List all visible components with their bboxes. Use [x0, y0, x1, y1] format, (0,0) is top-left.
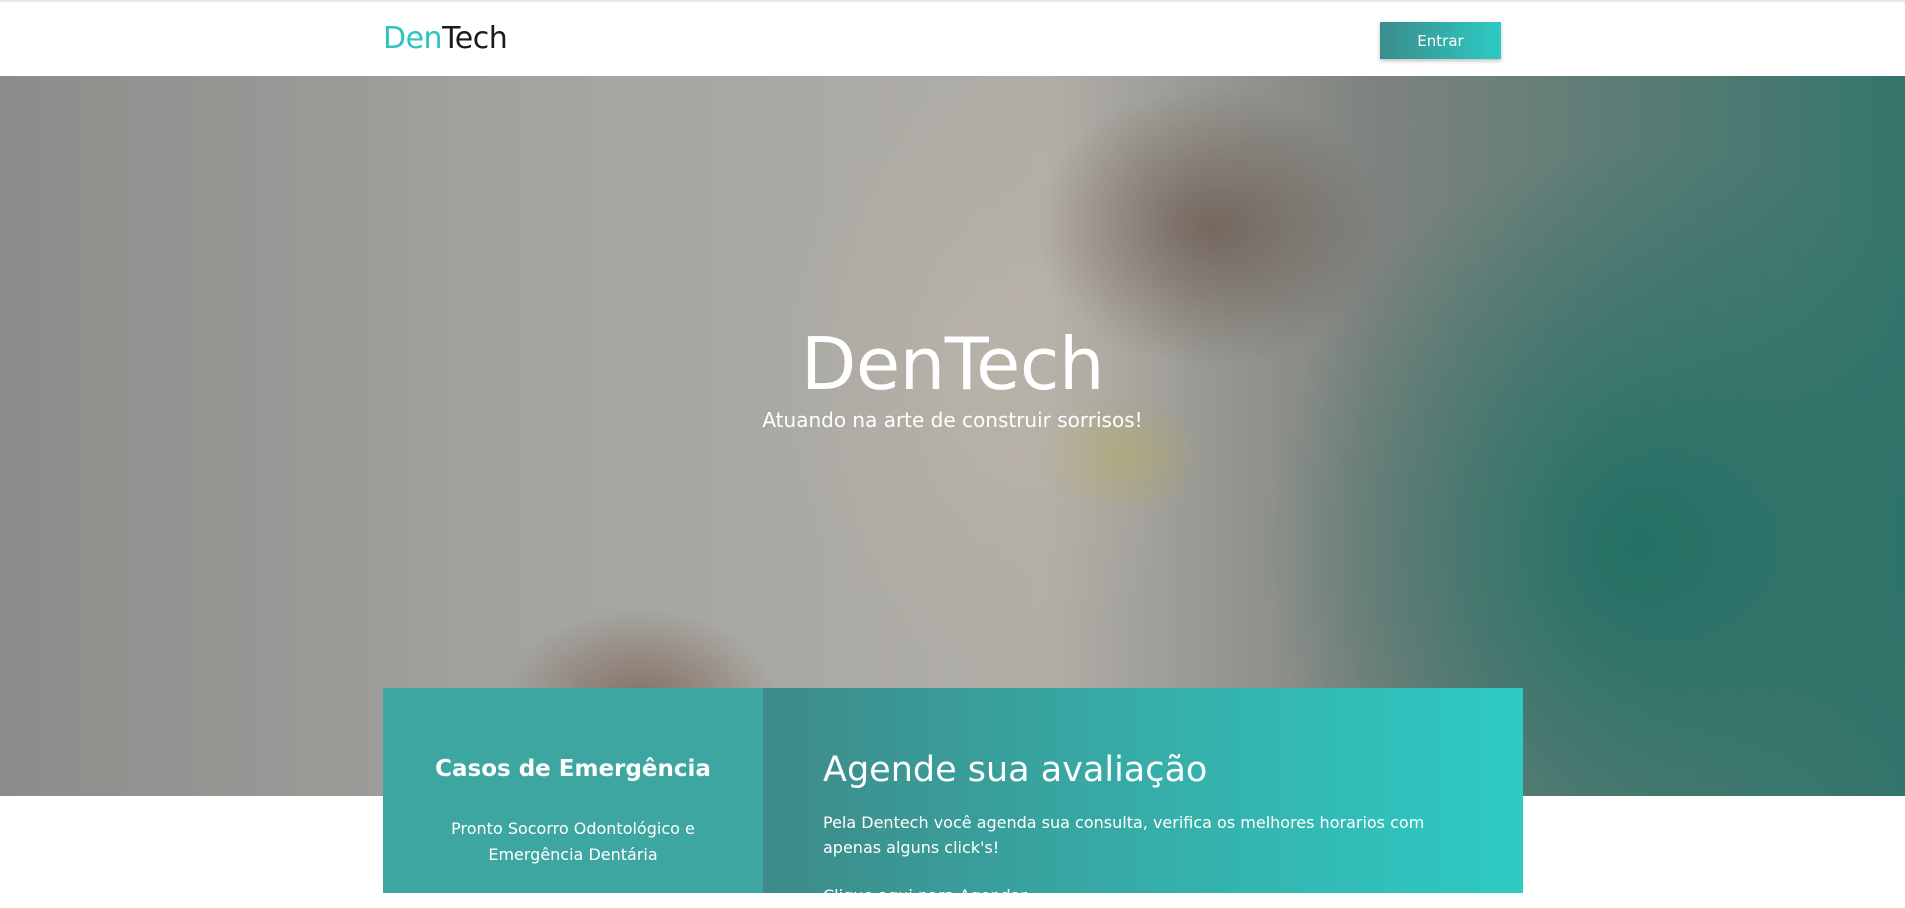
top-navbar: DenTech Entrar: [0, 0, 1905, 76]
emergency-text: Pronto Socorro Odontológico e Emergência…: [451, 819, 695, 864]
logo-tech: Tech: [442, 21, 508, 56]
logo-den: Den: [383, 21, 443, 56]
schedule-title: Agende sua avaliação: [823, 750, 1208, 790]
schedule-link[interactable]: Clique aqui para Agendar: [823, 883, 1027, 908]
hero-title: DenTech: [800, 322, 1105, 406]
hero-subtitle: Atuando na arte de construir sorrisos!: [762, 408, 1143, 432]
emergency-panel: Casos de Emergência Pronto Socorro Odont…: [383, 688, 763, 893]
login-button[interactable]: Entrar: [1380, 22, 1501, 59]
brand-logo[interactable]: DenTech: [383, 21, 508, 56]
schedule-panel: Agende sua avaliação Pela Dentech você a…: [763, 688, 1523, 905]
emergency-title: Casos de Emergência: [435, 756, 711, 782]
schedule-text: Pela Dentech você agenda sua consulta, v…: [823, 813, 1425, 857]
